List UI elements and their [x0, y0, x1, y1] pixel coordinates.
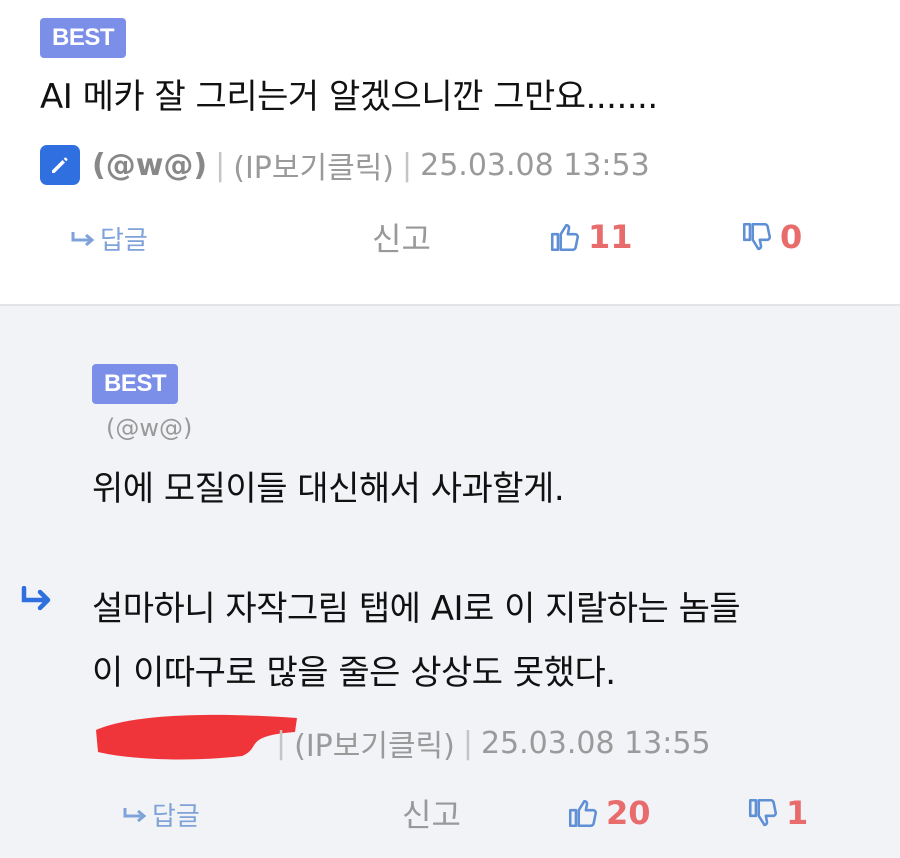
reply-label: 답글: [152, 802, 200, 832]
author-nickname[interactable]: (@w@): [92, 148, 207, 183]
comment-text-line: 위에 모질이들 대신해서 사과할게.: [92, 469, 565, 509]
reply-label: 답글: [100, 226, 148, 256]
upvote-button[interactable]: 20: [566, 794, 651, 832]
comment-actions: 답글 신고 11 0: [0, 214, 900, 260]
downvote-count: 1: [786, 794, 809, 832]
comment-text-line: 이 이따구로 많을 줄은 상상도 못했다.: [92, 653, 616, 693]
timestamp: 25.03.08 13:55: [480, 725, 711, 761]
downvote-button[interactable]: 1: [746, 794, 808, 832]
reply-arrow-icon: [123, 807, 147, 822]
comment-meta: | (IP보기클릭) | 25.03.08 13:55: [268, 721, 711, 765]
ip-view-link[interactable]: (IP보기클릭): [294, 721, 455, 765]
report-button[interactable]: 신고: [402, 790, 461, 836]
reply-indicator-icon: [20, 585, 54, 616]
report-button[interactable]: 신고: [372, 214, 431, 260]
downvote-count: 0: [780, 218, 803, 256]
upvote-button[interactable]: 11: [548, 218, 633, 256]
comment-text-line: 설마하니 자작그림 탭에 AI로 이 지랄하는 놈들: [92, 589, 741, 629]
thumbs-up-icon: [568, 799, 598, 828]
reply-to-nickname: (@w@): [106, 414, 193, 442]
upvote-count: 11: [588, 218, 633, 256]
best-badge: BEST: [92, 364, 179, 404]
downvote-button[interactable]: 0: [740, 218, 802, 256]
pencil-icon: [40, 145, 80, 185]
thumbs-down-icon: [742, 222, 772, 251]
comment-actions: 답글 신고 20 1: [0, 790, 900, 836]
reply-button[interactable]: 답글: [70, 220, 148, 257]
reply-arrow-icon: [71, 231, 95, 246]
comment-text: AI 메카 잘 그리는거 알겠으니깐 그만요.......: [40, 77, 658, 117]
reply-button[interactable]: 답글: [122, 796, 200, 833]
best-badge: BEST: [40, 18, 127, 58]
ip-view-link[interactable]: (IP보기클릭): [233, 143, 394, 187]
thumbs-down-icon: [748, 798, 778, 827]
comment-meta: (@w@) | (IP보기클릭) | 25.03.08 13:53: [40, 144, 650, 186]
timestamp: 25.03.08 13:53: [420, 147, 650, 183]
upvote-count: 20: [606, 794, 651, 832]
thumbs-up-icon: [550, 223, 580, 252]
